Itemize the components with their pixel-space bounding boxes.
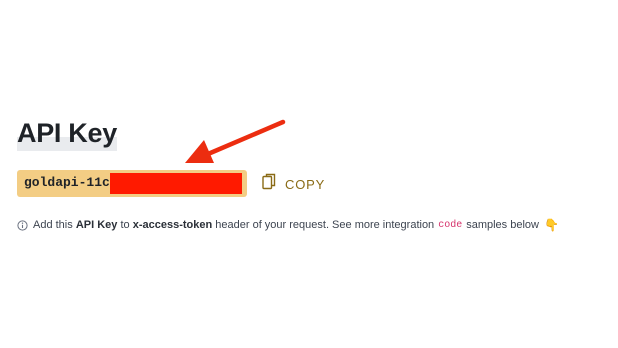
annotation-arrow xyxy=(185,119,286,163)
